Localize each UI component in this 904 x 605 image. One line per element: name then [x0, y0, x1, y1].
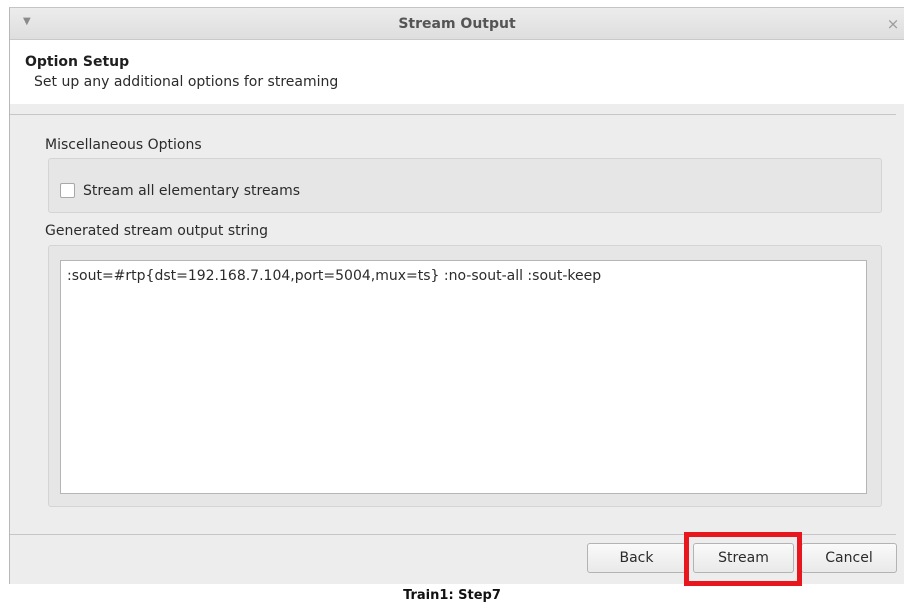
window-title: Stream Output: [398, 16, 516, 32]
footer-divider: [10, 534, 896, 535]
output-string-field[interactable]: :sout=#rtp{dst=192.168.7.104,port=5004,m…: [60, 260, 867, 494]
page-subtitle: Set up any additional options for stream…: [34, 74, 339, 90]
misc-options-label: Miscellaneous Options: [45, 137, 202, 153]
close-icon[interactable]: ×: [885, 8, 901, 40]
stream-output-dialog: ▼ Stream Output × Option Setup Set up an…: [9, 7, 904, 584]
page-title: Option Setup: [25, 54, 130, 70]
cancel-button[interactable]: Cancel: [801, 543, 897, 573]
page-header: Option Setup Set up any additional optio…: [10, 40, 904, 104]
header-divider: [10, 114, 896, 115]
title-bar: ▼ Stream Output ×: [10, 8, 904, 40]
stream-all-label[interactable]: Stream all elementary streams: [83, 183, 300, 199]
stream-button[interactable]: Stream: [693, 543, 794, 573]
back-button[interactable]: Back: [587, 543, 686, 573]
stream-all-checkbox[interactable]: [60, 183, 75, 198]
output-string-label: Generated stream output string: [45, 223, 269, 239]
step-caption: Train1: Step7: [403, 588, 501, 603]
